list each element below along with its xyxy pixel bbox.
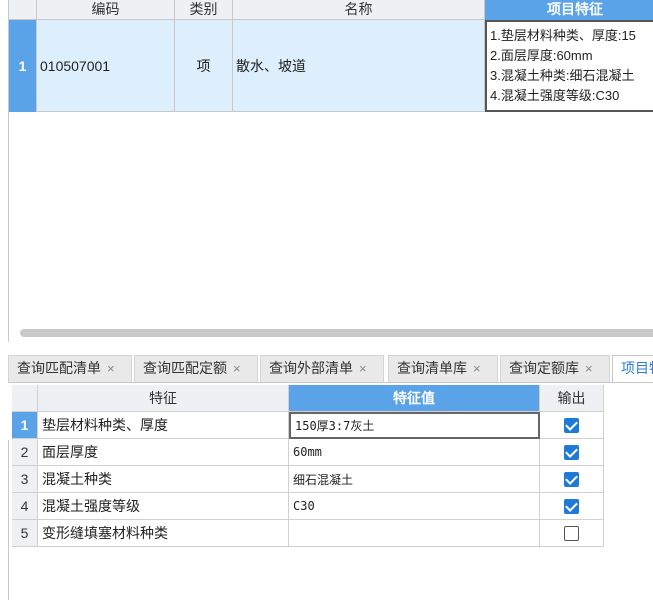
feature-line: 1.垫层材料种类、厚度:15 — [490, 28, 636, 43]
table-row[interactable]: 1 010507001 项 散水、坡道 1.垫层材料种类、厚度:15 2.面层厚… — [9, 20, 653, 112]
cell-feature[interactable]: 面层厚度 — [38, 439, 289, 466]
tab-query-bill-library[interactable]: 查询清单库 × — [388, 355, 498, 382]
cell-feature-value[interactable]: C30 — [289, 493, 540, 520]
cell-feature-value[interactable] — [289, 520, 540, 547]
column-header-category[interactable]: 类别 — [175, 0, 233, 20]
column-header-output[interactable]: 输出 — [540, 385, 604, 412]
close-icon[interactable]: × — [585, 361, 593, 376]
column-header-features[interactable]: 项目特征 — [485, 0, 653, 20]
tab-label: 查询匹配定额 — [143, 360, 227, 376]
tab-query-quota-library[interactable]: 查询定额库 × — [500, 355, 610, 382]
column-header-feature-value[interactable]: 特征值 — [289, 385, 540, 412]
cell-output[interactable] — [540, 493, 604, 520]
close-icon[interactable]: × — [359, 361, 367, 376]
cell-feature[interactable]: 垫层材料种类、厚度 — [38, 412, 289, 439]
row-number[interactable]: 4 — [12, 493, 38, 520]
cell-features[interactable]: 1.垫层材料种类、厚度:15 2.面层厚度:60mm 3.混凝土种类:细石混凝土… — [485, 20, 653, 112]
close-icon[interactable]: × — [473, 361, 481, 376]
bill-list-header: 编码 类别 名称 项目特征 — [9, 0, 653, 20]
window: 编码 类别 名称 项目特征 1 010507001 项 散水、坡道 1.垫层材料… — [0, 0, 653, 600]
column-header-name[interactable]: 名称 — [233, 0, 485, 20]
tab-label: 查询清单库 — [397, 360, 467, 376]
cell-feature-value[interactable]: 60mm — [289, 439, 540, 466]
cell-output[interactable] — [540, 412, 604, 439]
feature-line: 2.面层厚度:60mm — [490, 48, 593, 63]
bill-list-grid: 编码 类别 名称 项目特征 1 010507001 项 散水、坡道 1.垫层材料… — [8, 0, 653, 342]
feature-value-input[interactable]: 150厚3:7灰土 — [289, 412, 540, 439]
row-number[interactable]: 1 — [12, 412, 38, 439]
panel-border — [8, 440, 9, 600]
cell-feature[interactable]: 混凝土强度等级 — [38, 493, 289, 520]
feature-line: 4.混凝土强度等级:C30 — [490, 88, 620, 103]
output-checkbox[interactable] — [564, 471, 579, 487]
column-header-feature[interactable]: 特征 — [38, 385, 289, 412]
tab-label: 项目特 — [621, 360, 653, 376]
cell-output[interactable] — [540, 439, 604, 466]
tab-query-external-bills[interactable]: 查询外部清单 × — [260, 355, 384, 382]
output-checkbox[interactable] — [564, 525, 579, 541]
cell-name[interactable]: 散水、坡道 — [233, 20, 485, 112]
cell-category[interactable]: 项 — [175, 20, 233, 112]
cell-feature[interactable]: 变形缝填塞材料种类 — [38, 520, 289, 547]
row-number[interactable]: 3 — [12, 466, 38, 493]
output-checkbox[interactable] — [564, 417, 579, 433]
feature-panel: 特征 特征值 输出 1 垫层材料种类、厚度 150厚3:7灰土 2 面层厚度 6… — [8, 382, 653, 600]
feature-line: 3.混凝土种类:细石混凝土 — [490, 68, 635, 83]
close-icon[interactable]: × — [107, 361, 115, 376]
cell-feature[interactable]: 混凝土种类 — [38, 466, 289, 493]
corner-cell — [9, 0, 37, 20]
row-number[interactable]: 2 — [12, 439, 38, 466]
tab-label: 查询定额库 — [509, 360, 579, 376]
corner-cell — [12, 385, 38, 412]
close-icon[interactable]: × — [233, 361, 241, 376]
cell-feature-value[interactable]: 细石混凝土 — [289, 466, 540, 493]
row-number[interactable]: 1 — [9, 20, 37, 112]
tab-label: 查询外部清单 — [269, 360, 353, 376]
cell-code[interactable]: 010507001 — [37, 20, 175, 112]
cell-output[interactable] — [540, 466, 604, 493]
column-header-code[interactable]: 编码 — [37, 0, 175, 20]
output-checkbox[interactable] — [564, 498, 579, 514]
horizontal-scrollbar[interactable] — [20, 329, 653, 337]
output-checkbox[interactable] — [564, 444, 579, 460]
tab-query-matched-bills[interactable]: 查询匹配清单 × — [8, 355, 132, 382]
tab-label: 查询匹配清单 — [17, 360, 101, 376]
tab-query-matched-quota[interactable]: 查询匹配定额 × — [134, 355, 258, 382]
query-tabbar: 查询匹配清单 × 查询匹配定额 × 查询外部清单 × 查询清单库 × 查询定额库 × 项目… — [8, 355, 653, 383]
tab-project-features[interactable]: 项目特 — [612, 355, 653, 383]
cell-output[interactable] — [540, 520, 604, 547]
row-number[interactable]: 5 — [12, 520, 38, 547]
